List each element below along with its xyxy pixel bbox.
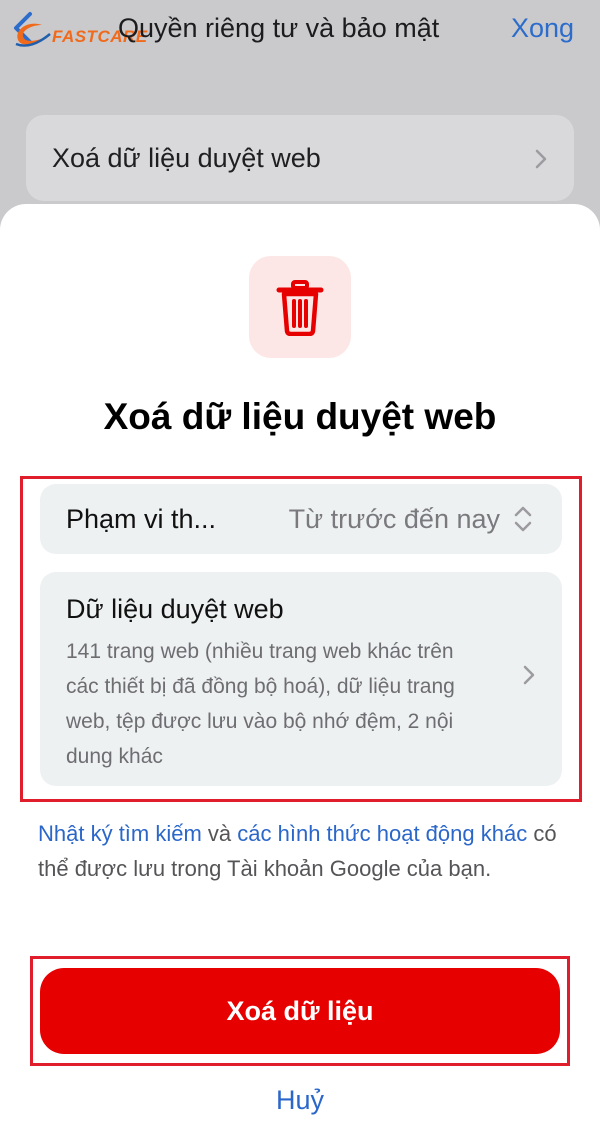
trash-icon-tile [249, 256, 351, 358]
chevron-right-icon [534, 148, 548, 175]
chevron-right-icon [522, 664, 536, 691]
other-activity-link[interactable]: các hình thức hoạt động khác [237, 821, 527, 846]
browsing-data-item[interactable]: Dữ liệu duyệt web 141 trang web (nhiều t… [40, 572, 562, 786]
cancel-button-label: Huỷ [275, 1085, 324, 1115]
time-range-selector[interactable]: Phạm vi th... Từ trước đến nay [40, 484, 562, 554]
chevron-up-down-icon [512, 504, 534, 539]
clear-data-button-label: Xoá dữ liệu [226, 996, 374, 1026]
browsing-data-description: 141 trang web (nhiều trang web khác trên… [66, 640, 455, 768]
clear-data-sheet: Xoá dữ liệu duyệt web Phạm vi th... Từ t… [0, 204, 600, 1129]
clear-browsing-data-row[interactable]: Xoá dữ liệu duyệt web [26, 115, 574, 201]
done-button[interactable]: Xong [511, 13, 574, 44]
time-range-label: Phạm vi th... [66, 504, 217, 534]
search-history-link[interactable]: Nhật ký tìm kiếm [38, 821, 202, 846]
note-text-1: và [201, 821, 238, 846]
cancel-button[interactable]: Huỷ [250, 1082, 350, 1122]
navigation-bar: FASTCARE Quyền riêng tư và bảo mật Xong [0, 0, 600, 64]
clear-data-button[interactable]: Xoá dữ liệu [40, 968, 560, 1054]
sheet-title: Xoá dữ liệu duyệt web [103, 396, 497, 437]
logo-swoosh-icon [15, 23, 51, 47]
google-account-note: Nhật ký tìm kiếm và các hình thức hoạt đ… [38, 816, 558, 886]
browsing-data-title: Dữ liệu duyệt web [66, 594, 284, 624]
time-range-value: Từ trước đến nay [288, 504, 500, 534]
page-title: Quyền riêng tư và bảo mật [118, 13, 440, 43]
trash-icon [276, 280, 324, 341]
row-label: Xoá dữ liệu duyệt web [52, 143, 321, 173]
